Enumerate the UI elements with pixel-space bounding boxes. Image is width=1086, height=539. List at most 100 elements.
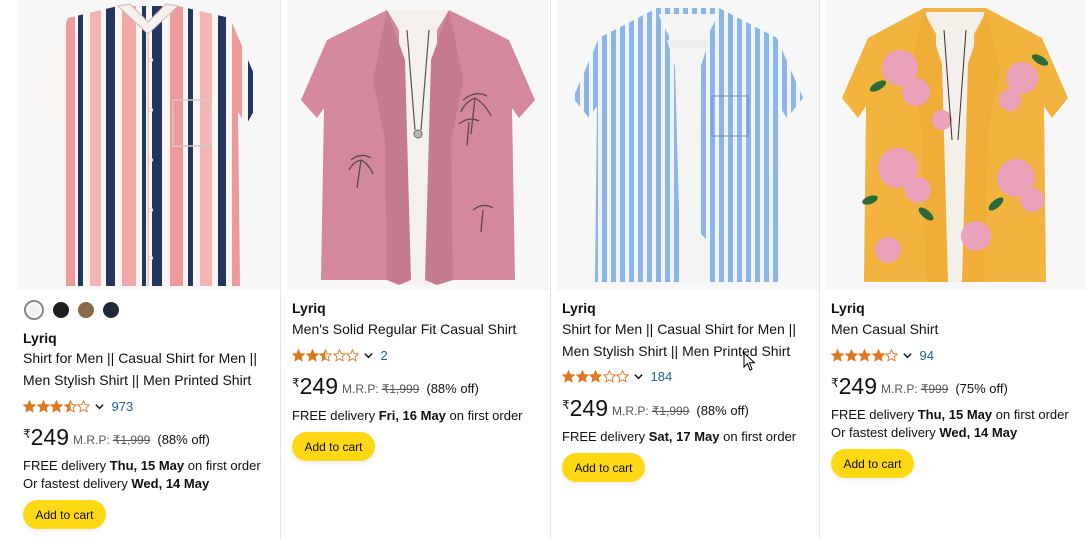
delivery-info: FREE delivery Thu, 15 May on first order (831, 407, 1069, 422)
star-icon (77, 399, 90, 413)
color-swatches (24, 300, 119, 320)
mrp-label: M.R.P: (73, 433, 110, 447)
mouse-cursor-icon (743, 352, 756, 371)
title-line: Men Stylish Shirt || Men Printed Shirt (562, 342, 791, 359)
rating-row: 184 (562, 368, 672, 384)
star-icon (589, 369, 602, 383)
star-icon (292, 348, 305, 362)
title-line: Men Casual Shirt (831, 321, 939, 337)
add-to-cart-button[interactable]: Add to cart (292, 432, 375, 461)
title-line: Men's Solid Regular Fit Casual Shirt (292, 321, 517, 337)
pink-shirt-image (287, 0, 549, 290)
price-row: ₹ 249 M.R.P: ₹1,999 (88% off) (292, 373, 479, 399)
product-image[interactable] (557, 0, 819, 290)
delivery-date: Sat, 17 May (648, 429, 720, 444)
mrp-label: M.R.P: (881, 382, 918, 396)
star-icon (50, 399, 63, 413)
chevron-down-icon[interactable] (902, 350, 913, 361)
discount-percent: (88% off) (696, 403, 749, 418)
rating-count-link[interactable]: 94 (920, 348, 934, 363)
product-card-1: Lyriq Shirt for Men || Casual Shirt for … (18, 0, 280, 539)
star-icon (871, 348, 885, 362)
price: 249 (569, 395, 609, 421)
price-row: ₹ 249 M.R.P: ₹1,999 (88% off) (562, 395, 749, 421)
price: 249 (299, 373, 339, 399)
delivery-date: Thu, 15 May (109, 458, 185, 473)
currency-symbol: ₹ (831, 376, 839, 390)
card-divider (550, 0, 551, 539)
fastest-date: Wed, 14 May (939, 425, 1018, 440)
mrp-value: ₹999 (920, 382, 949, 396)
discount-percent: (88% off) (157, 432, 210, 447)
fastest-date: Wed, 14 May (131, 476, 210, 491)
chevron-down-icon[interactable] (363, 350, 374, 361)
mrp-value: ₹1,999 (112, 433, 151, 447)
swatch-navy[interactable] (103, 302, 119, 318)
star-icon (844, 348, 858, 362)
chevron-down-icon[interactable] (94, 401, 105, 412)
fastest-delivery-info: Or fastest delivery Wed, 14 May (23, 476, 209, 491)
star-icon (831, 348, 844, 362)
star-rating[interactable] (23, 399, 91, 413)
title-line: Shirt for Men || Casual Shirt for Men || (562, 321, 796, 337)
star-icon (63, 399, 77, 413)
blue-striped-shirt-image (557, 0, 819, 290)
star-rating[interactable] (831, 348, 899, 362)
rating-count-link[interactable]: 184 (651, 369, 673, 384)
product-card-4: Lyriq Men Casual Shirt 94 ₹ 249 M.R.P: ₹… (826, 0, 1086, 539)
product-image[interactable] (18, 0, 280, 290)
product-image[interactable] (826, 0, 1086, 290)
product-card-2: Lyriq Men's Solid Regular Fit Casual Shi… (287, 0, 549, 539)
delivery-info: FREE delivery Fri, 16 May on first order (292, 408, 523, 423)
discount-percent: (75% off) (955, 381, 1008, 396)
price: 249 (30, 424, 70, 450)
star-icon (36, 399, 50, 413)
product-title[interactable]: Shirt for Men || Casual Shirt for Men ||… (562, 319, 796, 362)
fastest-prefix: Or fastest delivery (23, 476, 128, 491)
fastest-delivery-info: Or fastest delivery Wed, 14 May (831, 425, 1017, 440)
currency-symbol: ₹ (292, 376, 300, 390)
striped-shirt-image (37, 3, 263, 286)
star-rating[interactable] (562, 369, 630, 383)
rating-row: 94 (831, 347, 934, 363)
mrp-value: ₹1,999 (651, 404, 690, 418)
brand-name: Lyriq (23, 330, 57, 346)
fastest-prefix: Or fastest delivery (831, 425, 936, 440)
currency-symbol: ₹ (562, 398, 570, 412)
star-icon (305, 348, 319, 362)
rating-count-link[interactable]: 973 (112, 399, 134, 414)
currency-symbol: ₹ (23, 427, 31, 441)
add-to-cart-button[interactable]: Add to cart (831, 449, 914, 478)
delivery-info: FREE delivery Thu, 15 May on first order (23, 458, 261, 473)
rating-row: 973 (23, 398, 133, 414)
rating-row: 2 (292, 347, 388, 363)
product-title[interactable]: Shirt for Men || Casual Shirt for Men ||… (23, 348, 257, 391)
swatch-black[interactable] (53, 302, 69, 318)
delivery-info: FREE delivery Sat, 17 May on first order (562, 429, 796, 444)
star-icon (602, 369, 616, 383)
add-to-cart-button[interactable]: Add to cart (23, 500, 106, 529)
delivery-date: Thu, 15 May (917, 407, 993, 422)
mrp-label: M.R.P: (612, 404, 649, 418)
delivery-date: Fri, 16 May (378, 408, 446, 423)
add-to-cart-button[interactable]: Add to cart (562, 453, 645, 482)
star-icon (332, 348, 346, 362)
product-image[interactable] (287, 0, 549, 290)
product-title[interactable]: Men's Solid Regular Fit Casual Shirt (292, 319, 516, 341)
rating-count-link[interactable]: 2 (381, 348, 388, 363)
mrp-label: M.R.P: (342, 382, 379, 396)
star-icon (575, 369, 589, 383)
swatch-brown[interactable] (78, 302, 94, 318)
price: 249 (838, 373, 878, 399)
delivery-prefix: FREE delivery (831, 407, 915, 422)
chevron-down-icon[interactable] (633, 371, 644, 382)
price-row: ₹ 249 M.R.P: ₹999 (75% off) (831, 373, 1008, 399)
swatch-white[interactable] (24, 300, 44, 320)
star-rating[interactable] (292, 348, 360, 362)
star-icon (346, 348, 359, 362)
title-line: Shirt for Men || Casual Shirt for Men || (23, 350, 257, 366)
delivery-prefix: FREE delivery (292, 408, 376, 423)
product-title[interactable]: Men Casual Shirt (831, 319, 938, 341)
brand-name: Lyriq (831, 300, 865, 316)
star-icon (858, 348, 871, 362)
